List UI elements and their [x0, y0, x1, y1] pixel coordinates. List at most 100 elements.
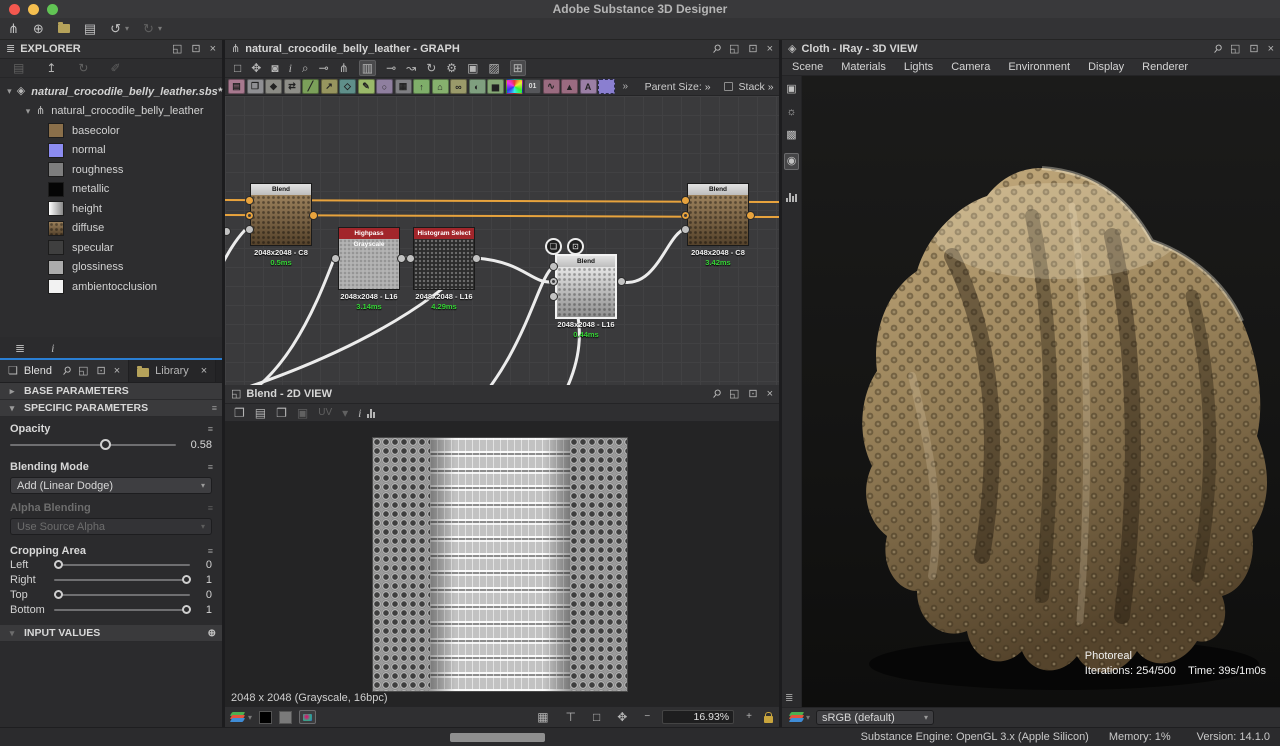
output-port[interactable] — [397, 254, 406, 263]
screenshot-icon[interactable]: ◙ — [271, 62, 278, 74]
input-port[interactable] — [681, 225, 690, 234]
frame-all-icon[interactable]: □ — [234, 62, 241, 74]
dock-icon[interactable]: ◱ — [78, 366, 88, 377]
dock-icon[interactable]: ◱ — [1230, 44, 1240, 55]
pin-icon[interactable]: ⚲ — [59, 364, 72, 378]
camera-video-icon[interactable]: ▣ — [786, 84, 796, 95]
crop-top-slider[interactable] — [54, 594, 190, 596]
node-action-doc-button[interactable]: ❏ — [545, 238, 562, 255]
input-port[interactable] — [245, 225, 254, 234]
input-port[interactable] — [549, 262, 558, 271]
grid-snap-icon[interactable]: ⊞ — [510, 60, 526, 76]
input-port[interactable] — [406, 254, 415, 263]
graph-node-icon[interactable]: ⋔ — [339, 62, 349, 74]
graph-node-blend-selected[interactable]: Blend — [555, 254, 617, 319]
zoom-in-icon[interactable]: + — [746, 712, 752, 722]
menu-lights[interactable]: Lights — [904, 61, 933, 73]
copy-image-icon[interactable]: ❐ — [276, 407, 287, 419]
view2d-canvas[interactable] — [225, 422, 779, 692]
maximize-icon[interactable]: ⊡ — [748, 389, 757, 400]
channel-row[interactable]: diffuse — [0, 219, 222, 239]
node-icon-svg[interactable]: ❐ — [247, 79, 264, 94]
opacity-slider[interactable] — [10, 444, 176, 446]
preset-menu-icon[interactable]: ≡ — [208, 462, 212, 472]
photo-camera-icon[interactable]: ◉ — [784, 153, 800, 170]
display-mode-button[interactable] — [299, 710, 316, 724]
zoom-out-icon[interactable]: − — [644, 712, 650, 722]
new-substance-icon[interactable]: ⊕ — [33, 22, 44, 35]
close-icon[interactable]: × — [1268, 44, 1274, 55]
open-file-icon[interactable] — [58, 24, 70, 33]
input-port[interactable] — [681, 211, 690, 220]
pin-icon[interactable]: ⚲ — [709, 387, 722, 401]
lock-icon[interactable] — [764, 716, 773, 723]
output-port[interactable] — [472, 254, 481, 263]
compute-loop-icon[interactable]: ↻ — [426, 62, 436, 74]
channels-icon[interactable] — [790, 712, 804, 723]
crop-right-slider[interactable] — [54, 579, 190, 581]
section-input-values[interactable]: ▾ INPUT VALUES ⊕ — [0, 625, 222, 642]
maximize-icon[interactable]: ⊡ — [191, 44, 200, 55]
add-input-icon[interactable]: ⊕ — [208, 628, 216, 639]
close-icon[interactable]: × — [767, 389, 773, 400]
menu-renderer[interactable]: Renderer — [1142, 61, 1188, 73]
close-icon[interactable]: × — [767, 44, 773, 55]
menu-scene[interactable]: Scene — [792, 61, 823, 73]
histogram-icon[interactable] — [367, 408, 375, 418]
tab-library[interactable]: Library × — [129, 360, 216, 382]
node-icon-bitmap[interactable]: ▤ — [228, 79, 245, 94]
crop-top-value[interactable]: 0 — [198, 589, 212, 601]
crop-bottom-value[interactable]: 1 — [198, 604, 212, 616]
preset-menu-icon[interactable]: ≡ — [212, 403, 216, 413]
node-icon-transformation[interactable]: ◇ — [339, 79, 356, 94]
section-specific-parameters[interactable]: ▾ SPECIFIC PARAMETERS ≡ — [0, 400, 222, 417]
preset-menu-icon[interactable]: ≡ — [208, 424, 212, 434]
scene-tree-icon[interactable]: ≣ — [785, 693, 793, 704]
overflow-icon[interactable]: » — [623, 82, 629, 92]
close-icon[interactable]: × — [210, 44, 216, 55]
crop-left-value[interactable]: 0 — [198, 559, 212, 571]
tab-blend[interactable]: ❏ Blend ⚲ ◱ ⊡ × — [0, 360, 129, 382]
crop-bottom-slider[interactable] — [54, 609, 190, 611]
background-black-swatch[interactable] — [259, 711, 272, 724]
channels-icon[interactable] — [231, 712, 245, 723]
node-icon-tile-sampler[interactable]: ▦ — [395, 79, 412, 94]
menu-display[interactable]: Display — [1088, 61, 1124, 73]
node-icon-gradient-map[interactable]: ∞ — [450, 79, 467, 94]
input-port[interactable] — [549, 292, 558, 301]
tiling-grid-icon[interactable]: ▦ — [537, 711, 548, 723]
clean-graph-icon[interactable]: ▨ — [488, 62, 499, 74]
search-icon[interactable]: ⌕ — [302, 62, 309, 74]
node-icon-normal[interactable]: ▲ — [561, 79, 578, 94]
maximize-icon[interactable]: ⊡ — [96, 366, 105, 377]
output-port[interactable] — [746, 211, 755, 220]
node-icon-hsl[interactable] — [506, 79, 523, 94]
statistics-icon[interactable] — [786, 192, 797, 202]
node-icon-shape[interactable]: ○ — [376, 79, 393, 94]
overflow-icon[interactable]: » — [705, 81, 711, 93]
channel-row[interactable]: ambientocclusion — [0, 277, 222, 297]
input-port[interactable] — [681, 196, 690, 205]
focus-icon[interactable]: ✥ — [251, 62, 261, 74]
save-icon[interactable]: ▤ — [84, 22, 96, 35]
graph-row[interactable]: ▾ ⋔ natural_crocodile_belly_leather — [0, 102, 222, 122]
node-action-checker-button[interactable]: ⊡ — [567, 238, 584, 255]
node-icon-levels[interactable]: ▅ — [487, 79, 504, 94]
node-icon-crop[interactable] — [598, 79, 615, 94]
menu-camera[interactable]: Camera — [951, 61, 990, 73]
pin-icon[interactable]: ⚲ — [709, 42, 722, 56]
maximize-icon[interactable]: ⊡ — [1249, 44, 1258, 55]
node-icon-directional-blur[interactable]: ↗ — [321, 79, 338, 94]
close-icon[interactable]: × — [201, 366, 207, 377]
info-tab-icon[interactable]: i — [51, 342, 54, 354]
save-image-icon[interactable]: ▤ — [255, 407, 266, 419]
node-icon-directional-warp[interactable]: ⇄ — [284, 79, 301, 94]
package-row[interactable]: ▾ ◈ natural_crocodile_belly_leather.sbs* — [0, 82, 222, 102]
display-options-icon[interactable]: ▣ — [467, 62, 478, 74]
node-icon-grayscale-conversion[interactable]: 01 — [524, 79, 541, 94]
chevron-down-icon[interactable]: ▾ — [806, 713, 810, 722]
collapse-icon[interactable]: ▾ — [22, 106, 34, 117]
properties-tree-icon[interactable]: ≣ — [15, 342, 25, 354]
light-bulb-icon[interactable]: ☼ — [786, 107, 796, 118]
link-mode-icon[interactable]: ⊸ — [319, 62, 329, 74]
